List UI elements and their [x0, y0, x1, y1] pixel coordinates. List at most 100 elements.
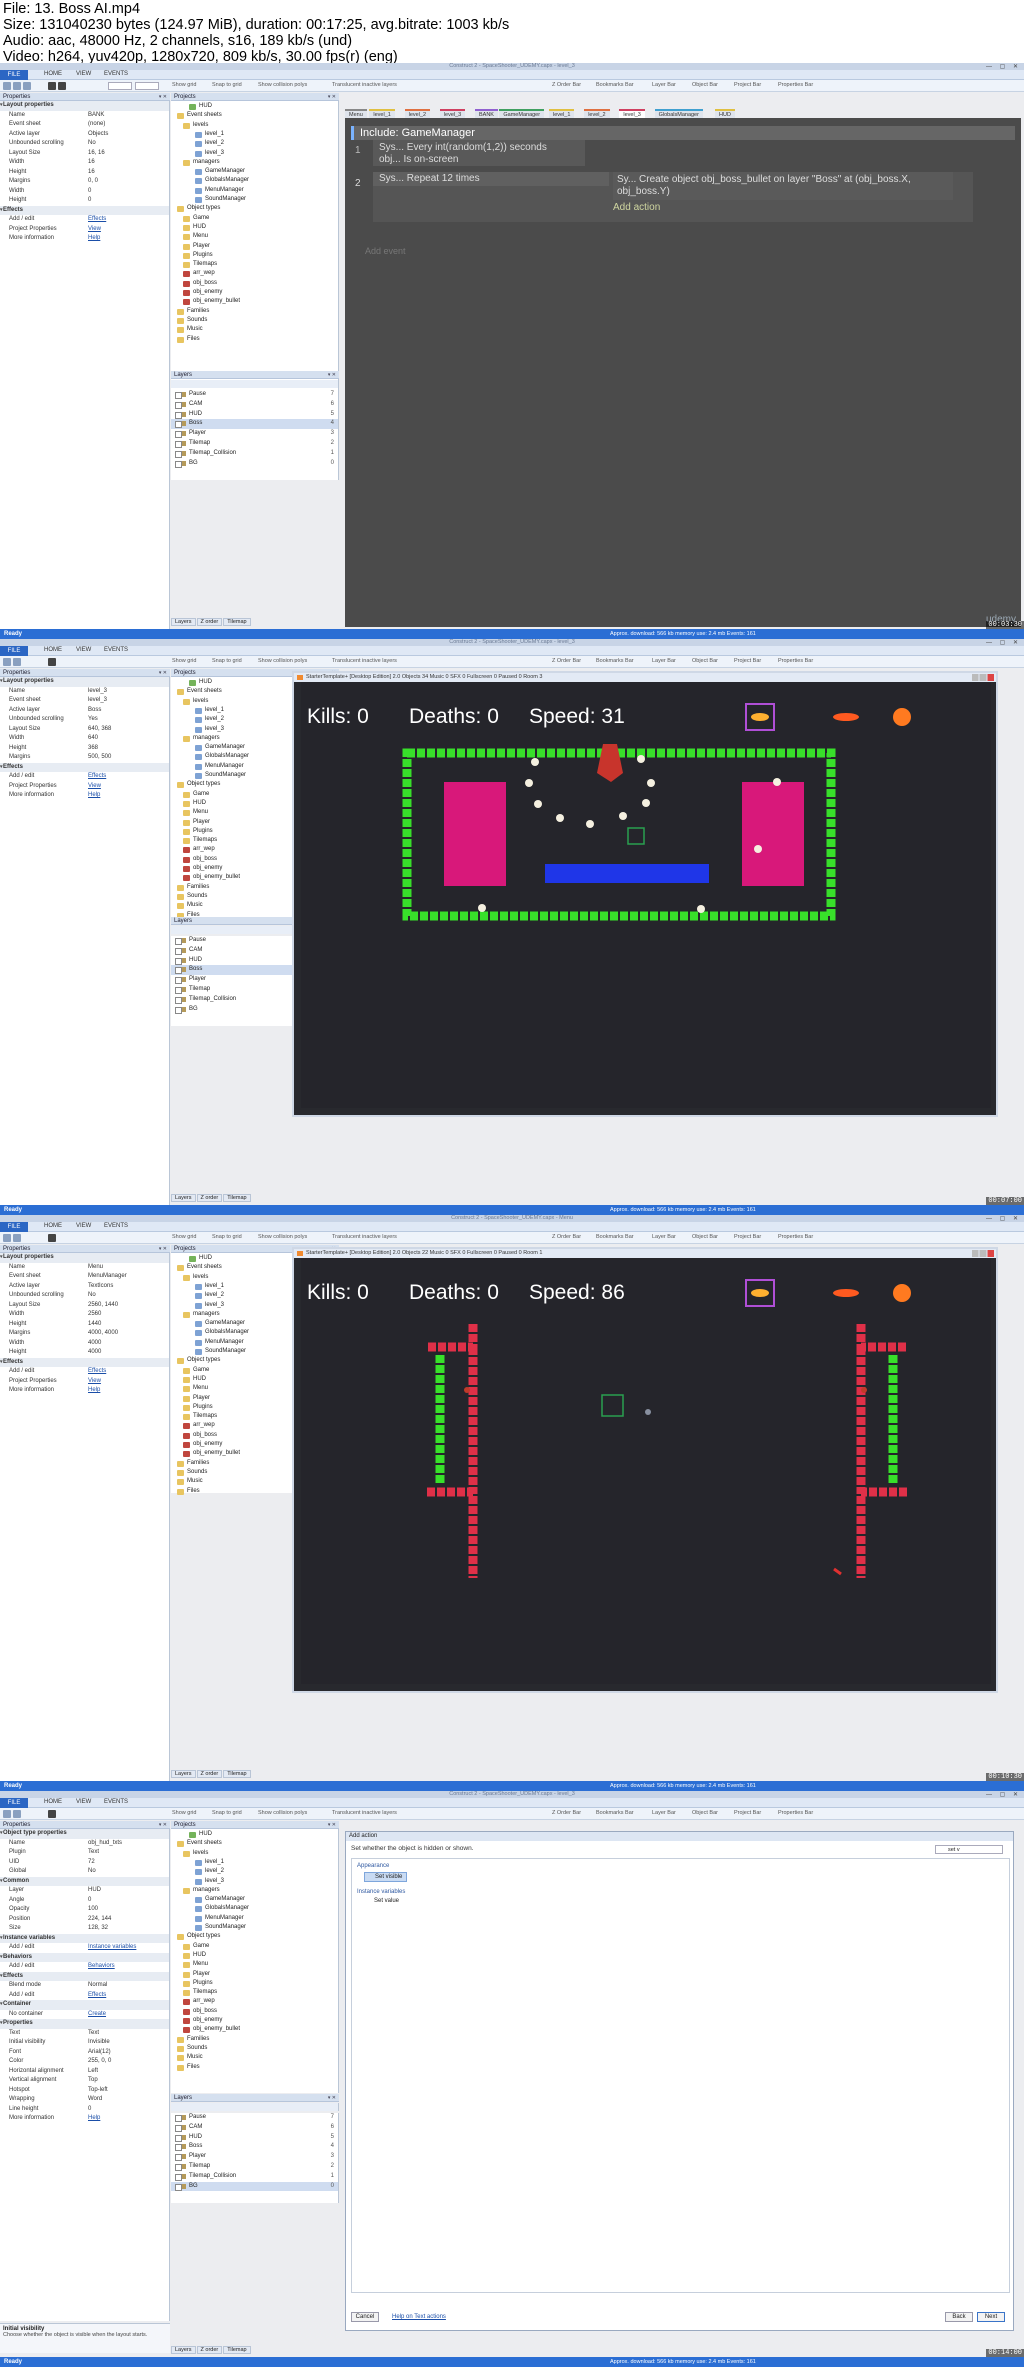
property-row[interactable]: Height 16 [0, 168, 169, 178]
property-row[interactable]: Height 368 [0, 744, 169, 754]
tab-layers[interactable]: Layers [171, 1770, 196, 1778]
project-tree-item[interactable]: HUD [189, 679, 212, 686]
project-tree-item[interactable]: obj_boss [183, 856, 217, 863]
layer-bar-option[interactable]: Layer Bar [652, 1234, 676, 1240]
show-grid-option[interactable]: Show grid [172, 82, 196, 88]
tab-layers[interactable]: Layers [171, 2346, 196, 2354]
zorder-bar-option[interactable]: Z Order Bar [552, 658, 581, 664]
document-tab[interactable]: level_1 [369, 109, 395, 118]
project-tree-item[interactable]: Event sheets [177, 1840, 222, 1848]
document-tab[interactable]: HUD [715, 109, 735, 118]
ribbon-home-tab[interactable]: HOME [44, 71, 62, 77]
new-icon[interactable] [3, 1810, 11, 1818]
project-tree-item[interactable]: managers [183, 735, 220, 742]
add-event-link[interactable]: Add event [365, 246, 406, 256]
zoom-field[interactable] [108, 82, 132, 90]
collision-option[interactable]: Show collision polys [258, 658, 307, 664]
project-tree-item[interactable]: Game [183, 791, 209, 798]
window-controls[interactable]: — ▢ ✕ [986, 1791, 1021, 1798]
project-tree-item[interactable]: levels [183, 1274, 208, 1281]
project-tree-item[interactable]: managers [183, 1311, 220, 1318]
layer-bar-option[interactable]: Layer Bar [652, 658, 676, 664]
snap-grid-option[interactable]: Snap to grid [212, 1810, 242, 1816]
property-link[interactable]: Behaviors [88, 1962, 115, 1972]
project-tree-item[interactable]: arr_wep [183, 1422, 215, 1430]
layer-row[interactable]: Pause 7 [171, 390, 338, 400]
project-tree-item[interactable]: MenuManager [195, 187, 244, 194]
tab-layers[interactable]: Layers [171, 618, 196, 626]
new-icon[interactable] [3, 1234, 11, 1242]
open-icon[interactable] [13, 658, 21, 666]
project-tree-item[interactable]: managers [183, 159, 220, 166]
run-icon[interactable] [48, 82, 56, 90]
property-row[interactable]: Project Properties View [0, 1377, 169, 1387]
tab-layers[interactable]: Layers [171, 1194, 196, 1202]
tab-tilemap[interactable]: Tilemap [223, 1194, 251, 1202]
project-tree-item[interactable]: GameManager [195, 1320, 245, 1328]
grid-field[interactable] [135, 82, 159, 90]
property-row[interactable]: Width 0 [0, 187, 169, 197]
ribbon-events-tab[interactable]: EVENTS [104, 1223, 128, 1229]
project-tree-item[interactable]: Menu [183, 233, 208, 241]
layer-row[interactable]: CAM 6 [171, 2123, 338, 2133]
help-link[interactable]: Help on Text actions [392, 2314, 446, 2320]
property-row[interactable]: Add / edit Behaviors [0, 1962, 169, 1972]
project-tree-item[interactable]: level_2 [195, 1868, 224, 1876]
zorder-bar-option[interactable]: Z Order Bar [552, 82, 581, 88]
project-tree-item[interactable]: GlobalsManager [195, 1905, 249, 1913]
project-tree-item[interactable]: Plugins [183, 1980, 213, 1987]
property-row[interactable]: Layout Size 16, 16 [0, 149, 169, 159]
document-tab[interactable]: level_3 [439, 109, 466, 118]
property-row[interactable]: Event sheet MenuManager [0, 1272, 169, 1282]
property-row[interactable]: Height 1440 [0, 1320, 169, 1330]
project-tree-item[interactable]: Plugins [183, 252, 213, 259]
translucent-option[interactable]: Translucent inactive layers [332, 82, 397, 88]
property-row[interactable]: Height 0 [0, 196, 169, 206]
tab-zorder[interactable]: Z order [196, 1194, 223, 1202]
project-tree-item[interactable]: levels [183, 698, 208, 705]
project-tree-item[interactable]: obj_enemy [183, 865, 222, 872]
ribbon-home-tab[interactable]: HOME [44, 1799, 62, 1805]
property-row[interactable]: Add / edit Effects [0, 215, 169, 225]
project-tree-item[interactable]: Player [183, 1971, 210, 1978]
project-tree-item[interactable]: HUD [183, 1376, 206, 1383]
property-row[interactable]: Margins 0, 0 [0, 177, 169, 187]
project-tree-item[interactable]: obj_enemy_bullet [183, 874, 240, 882]
layer-row[interactable]: BG 0 [171, 2181, 338, 2192]
layer-bar-option[interactable]: Layer Bar [652, 1810, 676, 1816]
property-row[interactable]: Unbounded scrolling Yes [0, 715, 169, 725]
debug-icon[interactable] [58, 82, 66, 90]
property-row[interactable]: Name Menu [0, 1263, 169, 1273]
collision-option[interactable]: Show collision polys [258, 82, 307, 88]
property-row[interactable]: Add / edit Instance variables [0, 1943, 169, 1953]
properties-bar-option[interactable]: Properties Bar [778, 658, 813, 664]
event-2-block[interactable]: Sys... Repeat 12 times Sy... Create obje… [373, 172, 973, 222]
project-tree-item[interactable]: obj_enemy [183, 289, 222, 296]
property-row[interactable]: Width 4000 [0, 1339, 169, 1349]
ribbon-view-tab[interactable]: VIEW [76, 1223, 91, 1229]
property-row[interactable]: Margins 500, 500 [0, 753, 169, 763]
project-tree-item[interactable]: Music [177, 902, 203, 910]
layer-row[interactable]: HUD 5 [171, 2133, 338, 2143]
property-row[interactable]: Event sheet level_3 [0, 696, 169, 706]
project-tree-item[interactable]: Menu [183, 1961, 208, 1969]
property-row[interactable]: Opacity 100 [0, 1905, 169, 1915]
property-row[interactable]: Angle 0 [0, 1896, 169, 1906]
tab-tilemap[interactable]: Tilemap [223, 618, 251, 626]
show-grid-option[interactable]: Show grid [172, 1234, 196, 1240]
document-tab[interactable]: GameManager [499, 109, 545, 118]
property-row[interactable]: Blend mode Normal [0, 1981, 169, 1991]
project-tree-item[interactable]: Object types [177, 781, 220, 789]
property-row[interactable]: Name level_3 [0, 687, 169, 697]
property-row[interactable]: Add / edit Effects [0, 1991, 169, 2001]
project-tree-item[interactable]: Plugins [183, 1404, 213, 1411]
property-link[interactable]: View [88, 782, 101, 792]
project-tree-item[interactable]: GameManager [195, 744, 245, 752]
cancel-button[interactable]: Cancel [351, 2312, 379, 2322]
layer-row[interactable]: Player 3 [171, 2152, 338, 2162]
project-tree-item[interactable]: GlobalsManager [195, 753, 249, 761]
game-canvas[interactable]: Kills: 0 Deaths: 0 Speed: 31 [301, 682, 991, 1108]
project-tree-item[interactable]: MenuManager [195, 763, 244, 770]
set-value-action[interactable]: Set value [364, 1898, 399, 1904]
project-tree-item[interactable]: level_3 [195, 726, 224, 733]
